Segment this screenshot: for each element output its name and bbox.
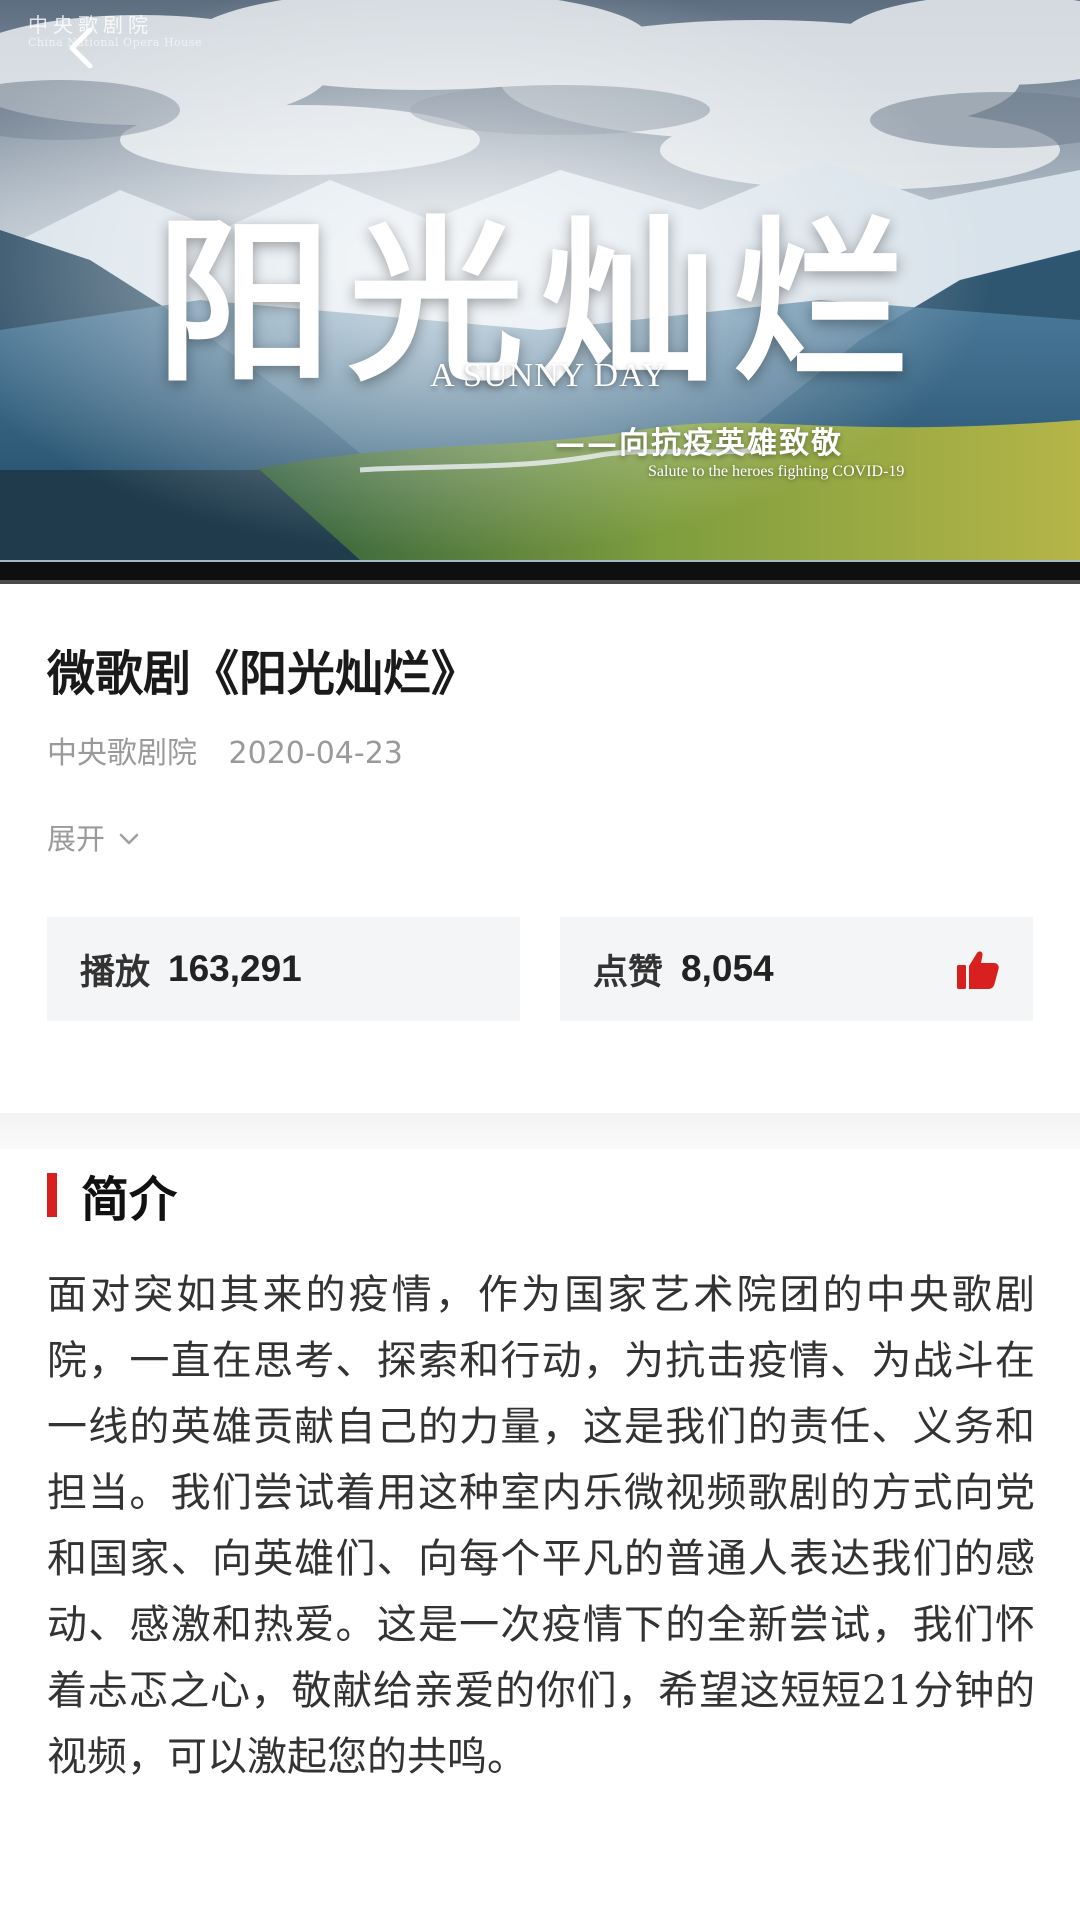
- video-meta: 中央歌剧院 2020-04-23: [47, 734, 1033, 774]
- thumbs-up-icon: [957, 951, 999, 989]
- video-progress-bar[interactable]: [0, 580, 1080, 584]
- video-info: 微歌剧《阳光灿烂》 中央歌剧院 2020-04-23 展开: [47, 640, 1033, 859]
- page-title: 微歌剧《阳光灿烂》: [47, 646, 480, 702]
- publish-date: 2020-04-23: [228, 736, 403, 771]
- plays-stat: 播放 163,291: [47, 917, 520, 1021]
- section-divider: [0, 1113, 1080, 1149]
- stats-row: 播放 163,291 点赞 8,054: [47, 917, 1033, 1021]
- chevron-down-icon: [119, 833, 139, 845]
- video-player[interactable]: 中央歌剧院 China National Opera House 阳光灿烂 A …: [0, 0, 1080, 584]
- video-bottom-bar: [0, 562, 1080, 580]
- plays-label: 播放: [80, 951, 151, 993]
- expand-label: 展开: [47, 822, 106, 856]
- expand-button[interactable]: 展开: [47, 819, 141, 859]
- intro-heading: 简介: [81, 1172, 178, 1228]
- likes-value: 8,054: [681, 948, 774, 989]
- publisher-name: 中央歌剧院: [47, 736, 197, 771]
- video-subtitle-en: Salute to the heroes fighting COVID-19: [648, 463, 905, 480]
- plays-value: 163,291: [168, 948, 302, 989]
- intro-description: 面对突如其来的疫情，作为国家艺术院团的中央歌剧院，一直在思考、探索和行动，为抗击…: [47, 1272, 1035, 1780]
- likes-label: 点赞: [593, 951, 664, 993]
- section-accent-bar: [47, 1173, 57, 1217]
- chevron-left-icon: [69, 27, 93, 69]
- back-button[interactable]: [52, 18, 112, 78]
- like-button[interactable]: 点赞 8,054: [560, 917, 1033, 1021]
- intro-section-header: 简介: [47, 1165, 177, 1228]
- video-subtitle-cn: ——向抗疫英雄致敬: [555, 426, 843, 461]
- video-title-en: A SUNNY DAY: [430, 357, 668, 394]
